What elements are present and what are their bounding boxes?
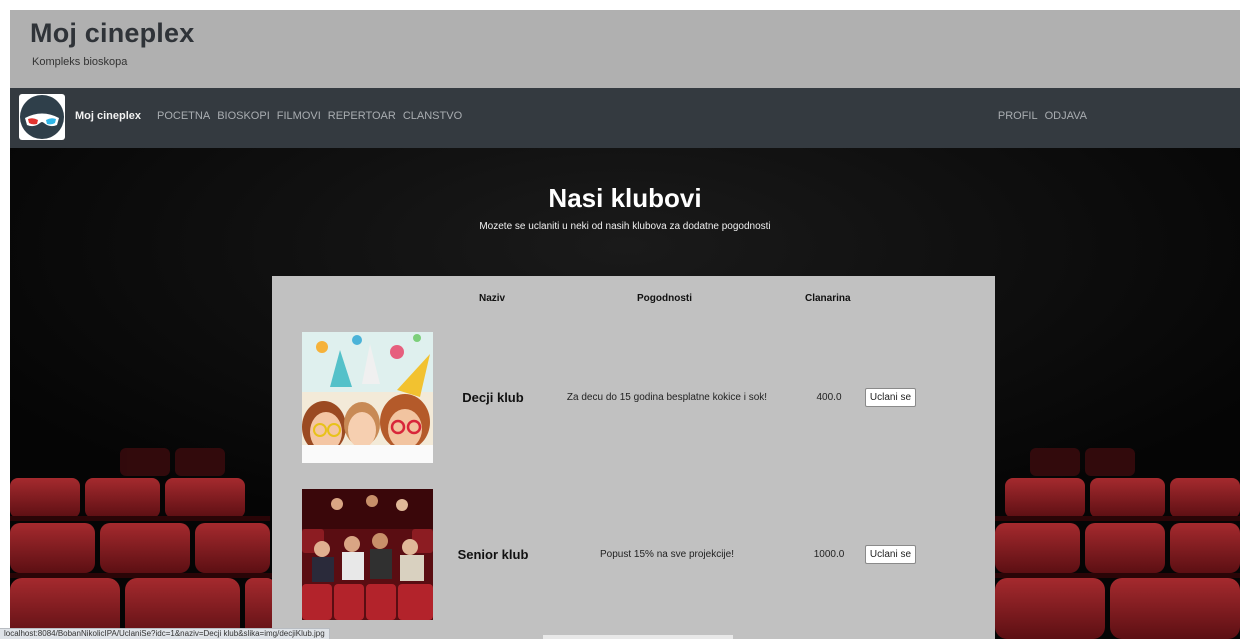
- column-header-clanarina: Clanarina: [805, 293, 851, 304]
- table-row: Senior klub Popust 15% na sve projekcije…: [272, 489, 995, 621]
- nav-right: PROFIL ODJAVA: [998, 110, 1087, 122]
- column-header-naziv: Naziv: [479, 293, 506, 304]
- status-bar-url: localhost:8084/BobanNikolicIPA/UclaniSe?…: [0, 628, 330, 639]
- club-fee: 400.0: [816, 392, 842, 403]
- page-title: Nasi klubovi: [548, 183, 702, 213]
- nav-link-odjava[interactable]: ODJAVA: [1045, 110, 1087, 122]
- scroll-strip: [543, 635, 733, 639]
- children-party-photo: [302, 332, 433, 463]
- clubs-table: Naziv Pogodnosti Clanarina Decji klub Za…: [272, 276, 995, 639]
- brand-name[interactable]: Moj cineplex: [75, 110, 141, 122]
- site-subtitle: Kompleks bioskopa: [32, 56, 128, 68]
- join-club-button[interactable]: Uclani se: [865, 388, 916, 407]
- page-subtitle: Mozete se uclaniti u neki od nasih klubo…: [479, 221, 771, 232]
- column-header-pogodnosti: Pogodnosti: [637, 293, 692, 304]
- table-row: Decji klub Za decu do 15 godina besplatn…: [272, 332, 995, 464]
- browser-viewport: Moj cineplex Kompleks bioskopa Moj cinep…: [10, 10, 1240, 639]
- club-benefit: Popust 15% na sve projekcije!: [600, 549, 734, 560]
- nav-link-profil[interactable]: PROFIL: [998, 110, 1038, 122]
- site-title: Moj cineplex: [30, 18, 195, 48]
- club-fee: 1000.0: [813, 549, 845, 560]
- nav-link-clanstvo[interactable]: CLANSTVO: [403, 110, 462, 122]
- cinema-audience-photo: [302, 489, 433, 620]
- nav-link-repertoar[interactable]: REPERTOAR: [328, 110, 396, 122]
- club-name: Decji klub: [462, 390, 524, 405]
- club-name: Senior klub: [457, 547, 529, 562]
- join-club-button[interactable]: Uclani se: [865, 545, 916, 564]
- 3d-glasses-icon[interactable]: [19, 94, 65, 140]
- nav-link-bioskopi[interactable]: BIOSKOPI: [217, 110, 270, 122]
- nav-links: POCETNA BIOSKOPI FILMOVI REPERTOAR CLANS…: [157, 110, 462, 122]
- club-benefit: Za decu do 15 godina besplatne kokice i …: [566, 392, 768, 403]
- nav-link-pocetna[interactable]: POCETNA: [157, 110, 210, 122]
- nav-link-filmovi[interactable]: FILMOVI: [277, 110, 321, 122]
- site-header: Moj cineplex Kompleks bioskopa: [10, 10, 1240, 88]
- clubs-hero: Nasi klubovi Mozete se uclaniti u neki o…: [10, 148, 1240, 639]
- navbar: Moj cineplex POCETNA BIOSKOPI FILMOVI RE…: [10, 88, 1240, 148]
